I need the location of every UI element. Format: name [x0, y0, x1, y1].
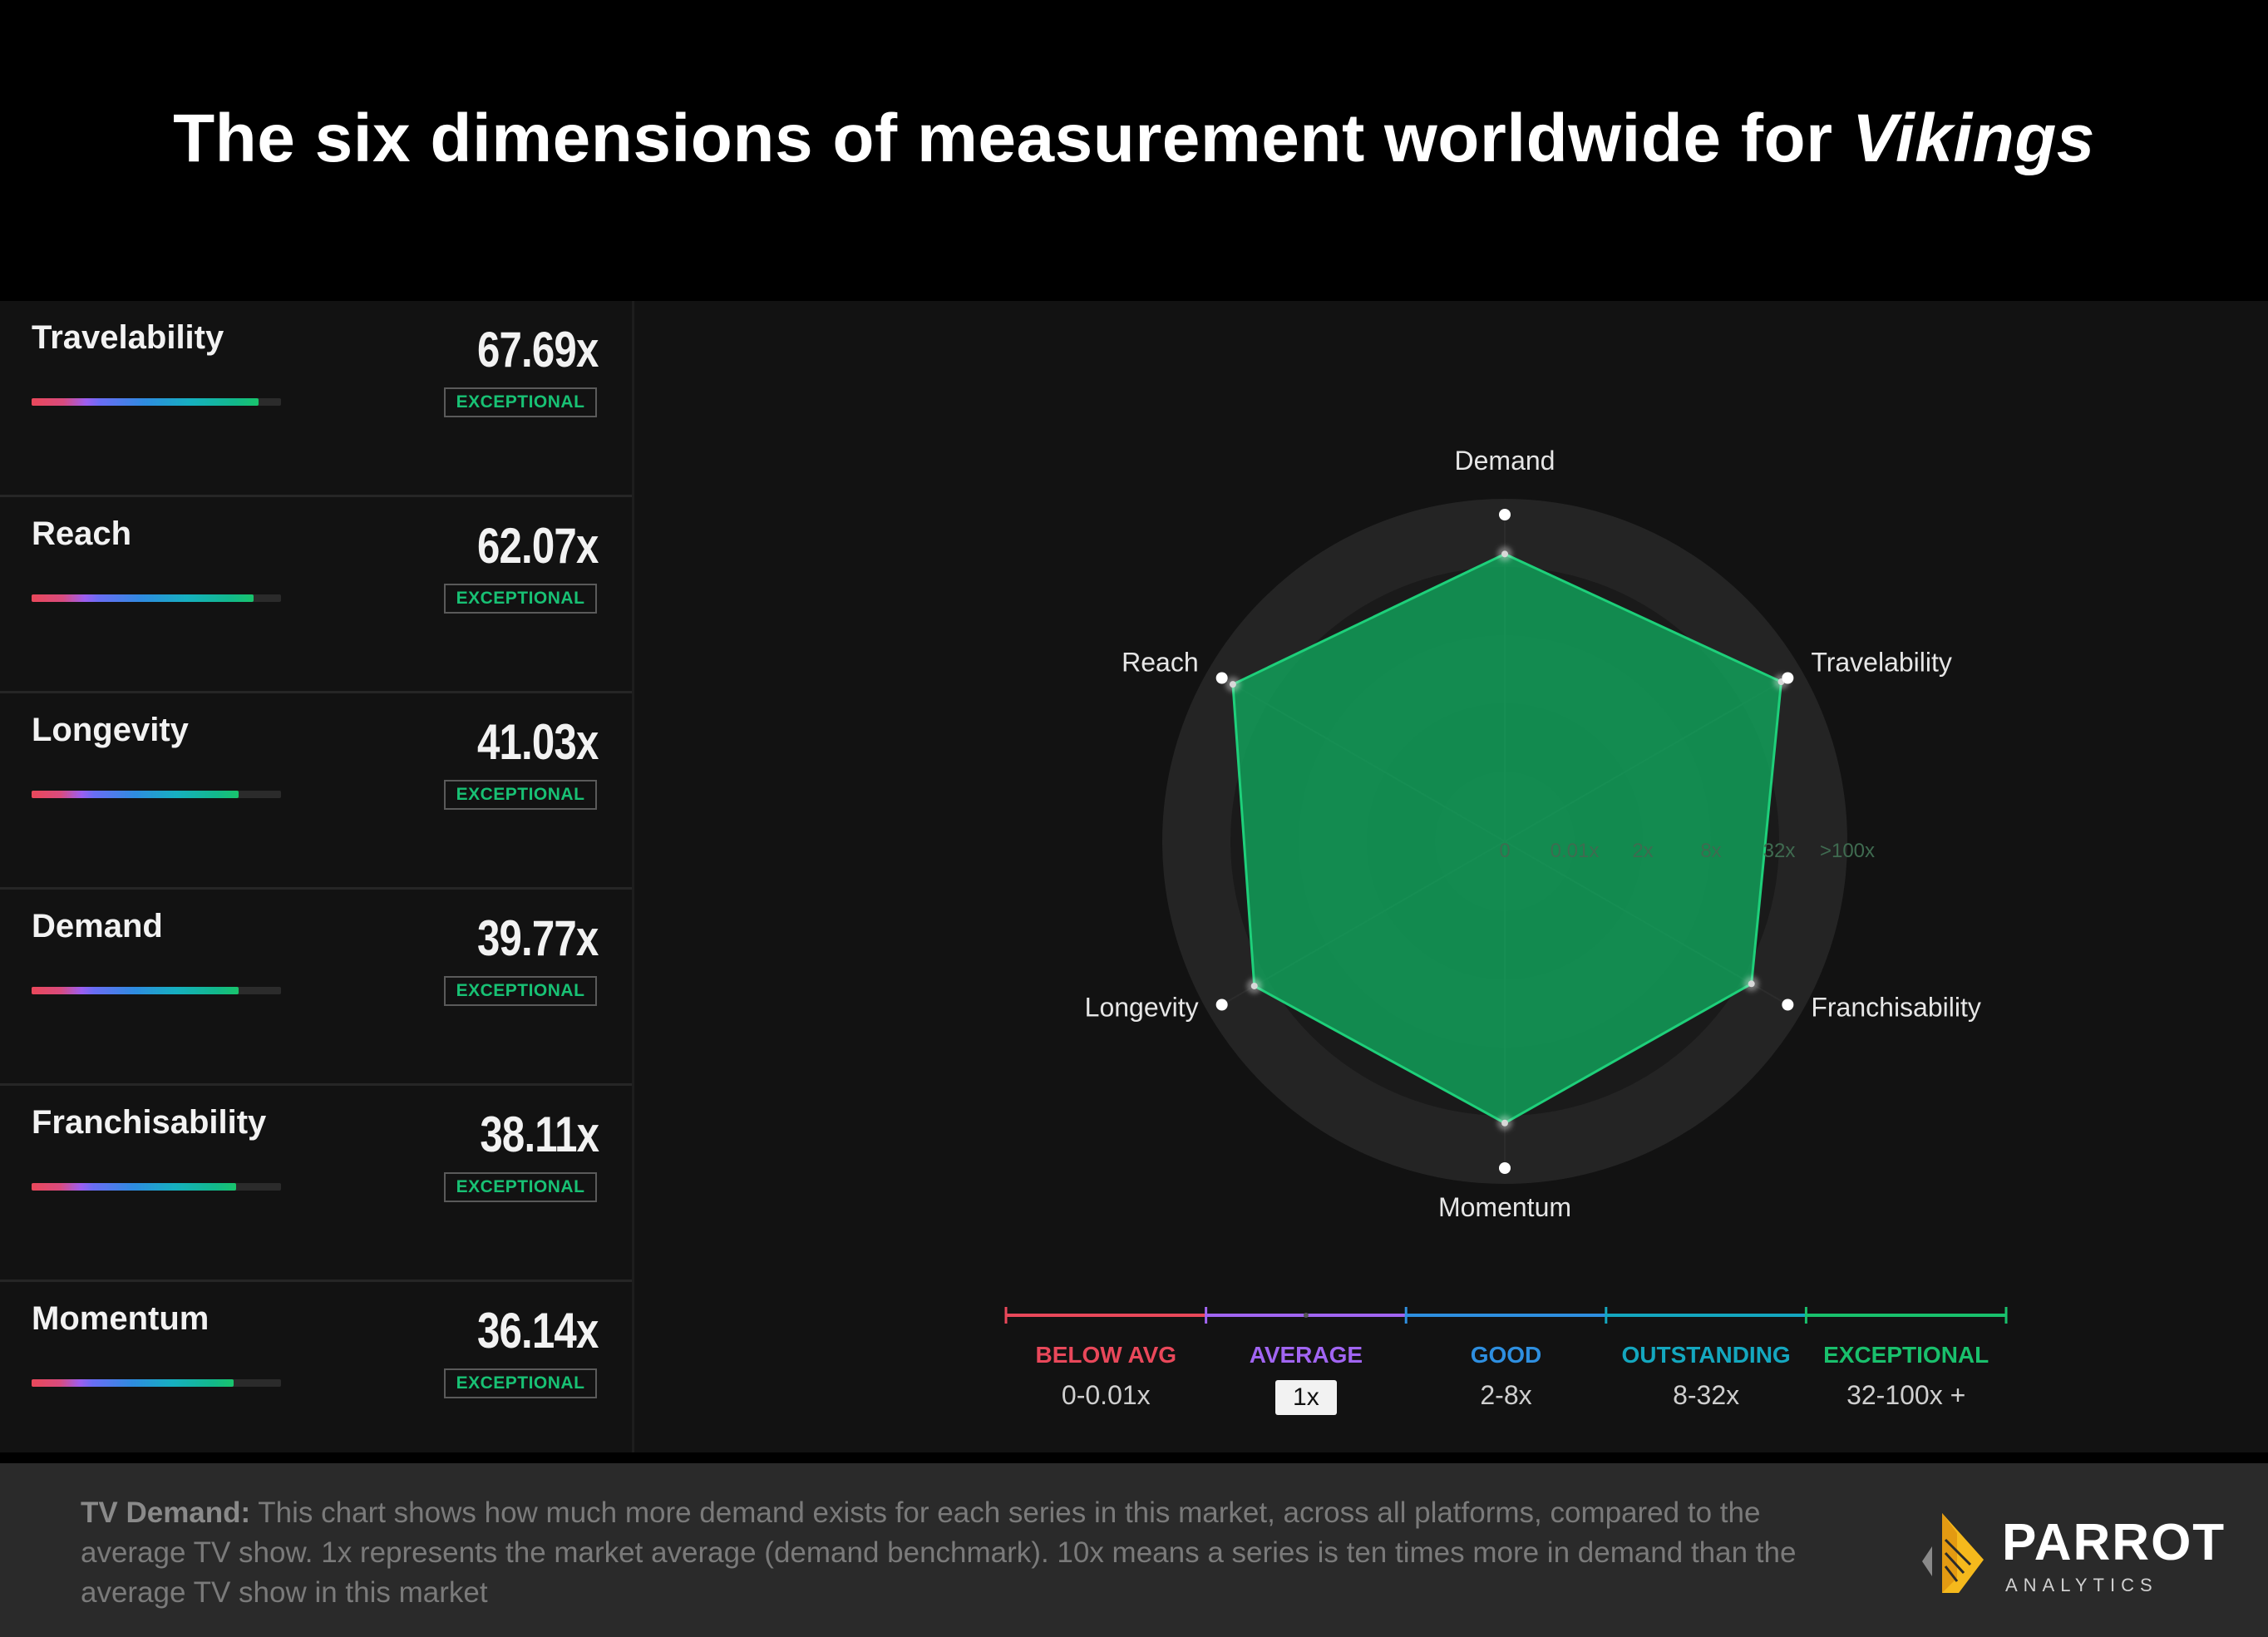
dimension-bar-track	[32, 398, 281, 406]
radar-axis-label: Momentum	[1438, 1192, 1571, 1222]
dimension-rating-badge: EXCEPTIONAL	[444, 387, 597, 417]
legend-category-label: OUTSTANDING	[1621, 1342, 1791, 1368]
legend-average-marker	[1303, 1313, 1309, 1318]
radar-chart-area: 0 0.01x 2x 8x 32x >100x Demand Travelability Fra…	[634, 301, 2268, 1452]
parrot-logo: PARROT ANALYTICS	[1904, 1506, 2224, 1598]
radar-data-point	[1748, 980, 1755, 988]
radar-scale-tick-label: 0	[1499, 840, 1510, 862]
dimension-rating-badge: EXCEPTIONAL	[444, 976, 597, 1006]
legend-range-label: 8-32x	[1673, 1380, 1740, 1410]
logo-word: PARROT	[2002, 1514, 2226, 1571]
dimension-row: Reach 62.07x EXCEPTIONAL	[0, 497, 632, 693]
dimension-bar-fill	[32, 1379, 234, 1387]
radar-data-point	[1250, 982, 1258, 989]
dimension-value: 38.11x	[480, 1107, 599, 1162]
radar-axis-end-dot	[1499, 509, 1511, 520]
radar-data-point	[1501, 1119, 1508, 1127]
legend-range-label: 2-8x	[1480, 1380, 1532, 1410]
dimension-rating-badge: EXCEPTIONAL	[444, 780, 597, 810]
radar-scale-tick-label: 0.01x	[1551, 840, 1600, 862]
radar-chart: 0 0.01x 2x 8x 32x >100x Demand Travelability Fra…	[1004, 446, 2008, 1324]
dimension-rating-badge: EXCEPTIONAL	[444, 584, 597, 614]
main-panel: Travelability 67.69x EXCEPTIONAL Reach 62.07…	[0, 301, 2268, 1478]
logo-sub: ANALYTICS	[2005, 1575, 2158, 1595]
dimension-row: Longevity 41.03x EXCEPTIONAL	[0, 693, 632, 890]
radar-scale-tick-label: 2x	[1632, 840, 1653, 862]
radar-axis-label: Longevity	[1085, 993, 1199, 1023]
dimension-bar-fill	[32, 987, 239, 994]
dimension-bar-track	[32, 1183, 281, 1191]
dimension-value: 62.07x	[477, 518, 599, 574]
header: The six dimensions of measurement worldw…	[0, 0, 2268, 301]
radar-axis-label: Reach	[1122, 648, 1199, 678]
dimension-value: 39.77x	[477, 910, 599, 966]
dimension-bar-fill	[32, 1183, 236, 1191]
dimension-bar-fill	[32, 398, 259, 406]
radar-axis-end-dot	[1499, 1162, 1511, 1174]
legend-category-label: AVERAGE	[1249, 1342, 1363, 1368]
dimension-bar-track	[32, 1379, 281, 1387]
footer: TV Demand: This chart shows how much mor…	[0, 1463, 2268, 1637]
dimension-value: 67.69x	[477, 322, 599, 377]
legend-category-label: BELOW AVG	[1035, 1342, 1177, 1368]
dimension-rating-badge: EXCEPTIONAL	[444, 1368, 597, 1398]
dimension-bar-track	[32, 987, 281, 994]
radar-scale-tick-label: 8x	[1700, 840, 1721, 862]
dimension-row: Travelability 67.69x EXCEPTIONAL	[0, 301, 632, 497]
legend-range-label: 32-100x +	[1846, 1380, 1966, 1410]
dimension-name: Longevity	[32, 712, 189, 748]
radar-axis-end-dot	[1215, 998, 1228, 1011]
radar-axis-label: Travelability	[1811, 648, 1952, 678]
page-title: The six dimensions of measurement worldw…	[173, 101, 2095, 176]
dimension-name: Momentum	[32, 1300, 210, 1337]
radar-axis-label: Demand	[1455, 446, 1556, 476]
dimension-name: Demand	[32, 908, 163, 944]
radar-axis-end-dot	[1215, 672, 1228, 684]
radar-axis-end-dot	[1782, 672, 1794, 684]
dimension-name: Reach	[32, 515, 132, 552]
radar-data-point	[1229, 681, 1236, 688]
dimension-bar-fill	[32, 791, 239, 798]
dimension-rating-badge: EXCEPTIONAL	[444, 1172, 597, 1202]
dimension-row: Franchisability 38.11x EXCEPTIONAL	[0, 1086, 632, 1282]
legend-range-label: 0-0.01x	[1061, 1380, 1151, 1410]
dimension-name: Travelability	[32, 319, 224, 356]
dimension-bar-fill	[32, 594, 254, 602]
dimension-value: 41.03x	[477, 714, 599, 770]
legend-category-label: GOOD	[1470, 1342, 1542, 1368]
title-show-name: Vikings	[1851, 101, 2095, 176]
dimension-bar-track	[32, 791, 281, 798]
dimension-row: Demand 39.77x EXCEPTIONAL	[0, 890, 632, 1086]
radar-scale-tick-label: 32x	[1763, 840, 1796, 862]
footer-note: TV Demand: This chart shows how much mor…	[81, 1496, 1797, 1609]
legend-category-label: EXCEPTIONAL	[1823, 1342, 1989, 1368]
dimension-value: 36.14x	[477, 1303, 599, 1358]
radar-axis-label: Franchisability	[1811, 993, 1981, 1023]
radar-axis-end-dot	[1782, 998, 1794, 1011]
dimension-row: Momentum 36.14x EXCEPTIONAL	[0, 1282, 632, 1478]
dimension-list: Travelability 67.69x EXCEPTIONAL Reach 62.07…	[0, 301, 634, 1478]
parrot-logo-icon	[1922, 1513, 1984, 1593]
dimension-bar-track	[32, 594, 281, 602]
radar-scale-tick-label: >100x	[1820, 840, 1875, 862]
radar-data-point	[1501, 550, 1508, 558]
dimension-name: Franchisability	[32, 1104, 267, 1141]
legend-range-label: 1x	[1275, 1380, 1337, 1415]
